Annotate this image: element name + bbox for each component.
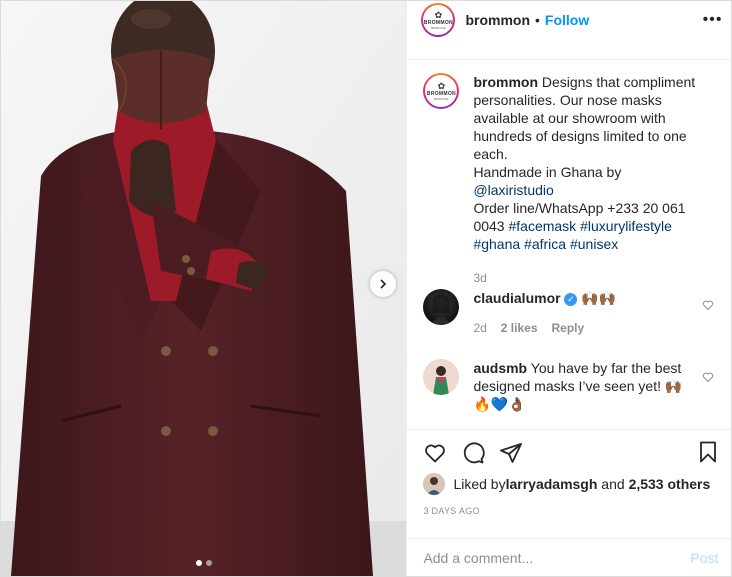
person-photo-icon xyxy=(423,359,460,395)
carousel-dot xyxy=(205,560,212,566)
caption-text: brommon Designs that compliment personal… xyxy=(473,73,698,287)
caption-avatar[interactable]: ✿ BROMMON BESPOKE xyxy=(423,73,460,109)
comment-input[interactable] xyxy=(423,549,691,566)
comment-item: claudialumor ✓ 🙌🏾🙌🏾 2d 2 likes Reply xyxy=(407,289,732,337)
mention-link[interactable]: @laxiristudio xyxy=(473,182,553,198)
post-sidebar: ✿ BROMMON BESPOKE brommon • Follow ••• ✿… xyxy=(406,1,732,576)
comment-username[interactable]: audsmb xyxy=(473,360,527,376)
logo-emblem-icon: ✿ xyxy=(437,80,446,91)
post-comment-button[interactable]: Post xyxy=(690,550,718,566)
heart-icon xyxy=(425,444,446,463)
comment-item: audsmb You have by far the best designed… xyxy=(407,359,732,413)
comment-avatar[interactable] xyxy=(423,359,460,395)
carousel-next-button[interactable] xyxy=(370,271,396,297)
comment-meta: 2d 2 likes Reply xyxy=(473,319,698,337)
like-button[interactable] xyxy=(423,441,447,465)
header-separator: • xyxy=(535,12,540,28)
post-header: ✿ BROMMON BESPOKE brommon • Follow ••• xyxy=(407,1,732,39)
comment-body: claudialumor ✓ 🙌🏾🙌🏾 2d 2 likes Reply xyxy=(473,289,698,337)
verified-badge-icon: ✓ xyxy=(564,292,578,306)
brand-logo: ✿ BROMMON BESPOKE xyxy=(423,5,454,35)
comment-body: audsmb You have by far the best designed… xyxy=(473,359,698,413)
like-comment-icon[interactable] xyxy=(702,299,714,311)
header-divider xyxy=(407,59,732,60)
paper-plane-icon xyxy=(500,443,523,463)
avatar[interactable]: ✿ BROMMON BESPOKE xyxy=(421,3,456,37)
caption: ✿ BROMMON BESPOKE brommon Designs that c… xyxy=(407,73,712,287)
post-media[interactable] xyxy=(1,1,407,576)
post-photo xyxy=(1,1,407,576)
likes-count[interactable]: 2,533 others xyxy=(629,476,711,492)
chevron-right-icon xyxy=(380,279,387,289)
likes-prefix: Liked by xyxy=(453,476,506,492)
likes-middle: and xyxy=(597,476,629,492)
caption-line-2: Handmade in Ghana by xyxy=(473,164,622,180)
comment-likes[interactable]: 2 likes xyxy=(501,319,538,337)
liker-username[interactable]: larryadamsgh xyxy=(506,476,598,492)
logo-emblem-icon: ✿ xyxy=(434,9,443,20)
person-photo-icon xyxy=(423,473,446,495)
like-comment-icon[interactable] xyxy=(702,371,714,383)
hashtag-link[interactable]: #luxurylifestyle xyxy=(580,218,672,234)
logo-subtext: BESPOKE xyxy=(431,25,446,30)
likes-summary: Liked by larryadamsgh and 2,533 others xyxy=(423,473,710,495)
comment-text: 🙌🏾🙌🏾 xyxy=(581,290,617,306)
post-date[interactable]: 3 DAYS AGO xyxy=(423,506,479,516)
comment-avatar[interactable] xyxy=(423,289,460,325)
comment-text-line-2: 🔥💙👌🏾 xyxy=(473,396,526,412)
add-comment-bar: Post xyxy=(407,538,732,576)
share-button[interactable] xyxy=(499,441,523,465)
carousel-dot-active xyxy=(195,560,202,566)
caption-meta: 3d xyxy=(473,269,698,287)
caption-brand-logo: ✿ BROMMON BESPOKE xyxy=(425,75,458,107)
caption-username[interactable]: brommon xyxy=(473,74,538,90)
logo-subtext: BESPOKE xyxy=(434,96,449,101)
comment-bubble-icon xyxy=(464,442,486,464)
hashtag-link[interactable]: #unisex xyxy=(570,236,618,252)
hashtag-link[interactable]: #africa xyxy=(524,236,566,252)
carousel-indicator xyxy=(1,560,406,566)
comment-time[interactable]: 2d xyxy=(473,319,486,337)
comment-button[interactable] xyxy=(461,441,486,465)
hashtag-link[interactable]: #ghana xyxy=(473,236,520,252)
action-bar xyxy=(407,438,732,468)
caption-time[interactable]: 3d xyxy=(473,269,486,287)
liker-avatar[interactable] xyxy=(423,473,446,495)
comment-username[interactable]: claudialumor xyxy=(473,290,560,306)
header-username[interactable]: brommon xyxy=(465,12,530,28)
follow-button[interactable]: Follow xyxy=(545,12,589,28)
save-button[interactable] xyxy=(696,440,720,467)
actions-divider xyxy=(407,429,732,430)
reply-button[interactable]: Reply xyxy=(552,319,585,337)
instagram-post: ✿ BROMMON BESPOKE brommon • Follow ••• ✿… xyxy=(0,0,732,577)
more-options-icon[interactable]: ••• xyxy=(703,11,723,29)
hashtag-link[interactable]: #facemask xyxy=(508,218,576,234)
person-photo-icon xyxy=(431,294,452,325)
bookmark-icon xyxy=(700,441,717,463)
